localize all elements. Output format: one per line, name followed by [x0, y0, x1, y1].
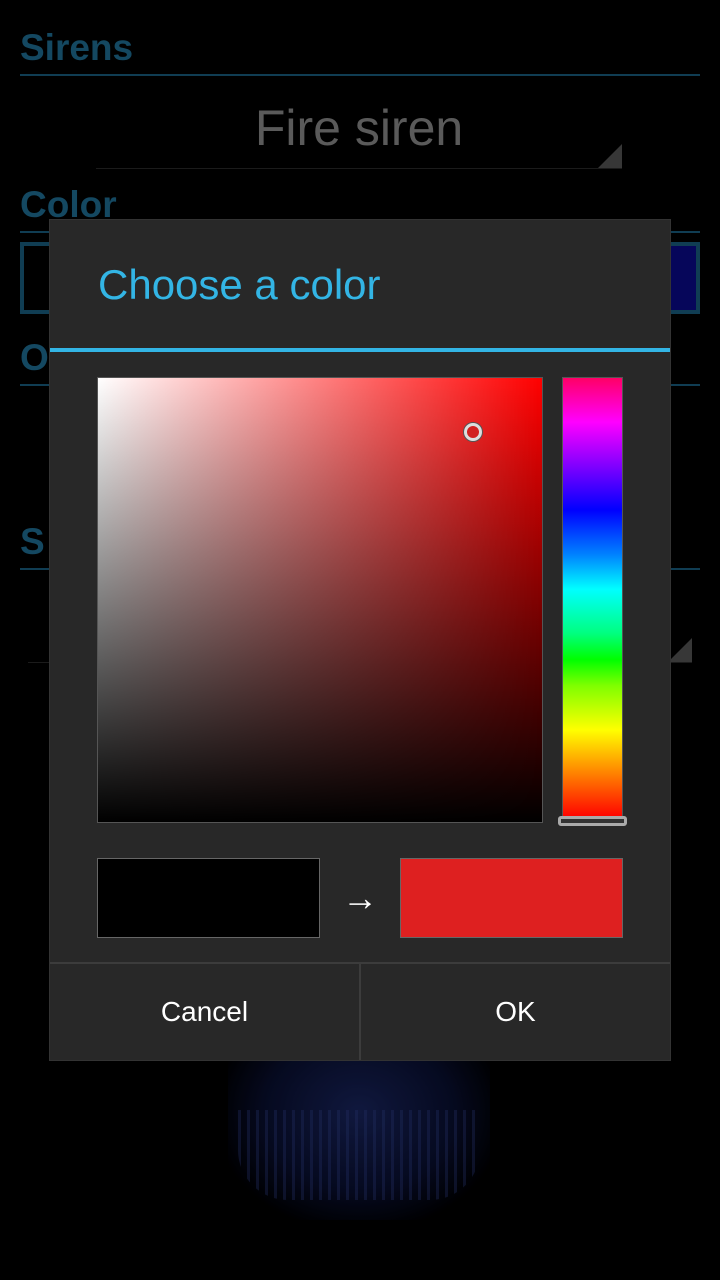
screen: Sirens Fire siren Color O S Choose a col… — [0, 0, 720, 1280]
color-selector-handle[interactable] — [464, 423, 482, 441]
hue-slider[interactable] — [562, 377, 623, 819]
title-divider — [50, 348, 670, 352]
old-color-swatch — [97, 858, 320, 938]
ok-button[interactable]: OK — [361, 964, 670, 1060]
new-color-swatch — [400, 858, 623, 938]
color-picker-dialog: Choose a color → Cancel OK — [50, 220, 670, 1060]
saturation-value-panel[interactable] — [97, 377, 543, 823]
dialog-title: Choose a color — [98, 261, 381, 308]
arrow-right-icon: → — [342, 877, 378, 918]
cancel-button[interactable]: Cancel — [50, 964, 359, 1060]
hue-slider-handle[interactable] — [558, 816, 627, 826]
dialog-button-bar: Cancel OK — [50, 962, 670, 1060]
